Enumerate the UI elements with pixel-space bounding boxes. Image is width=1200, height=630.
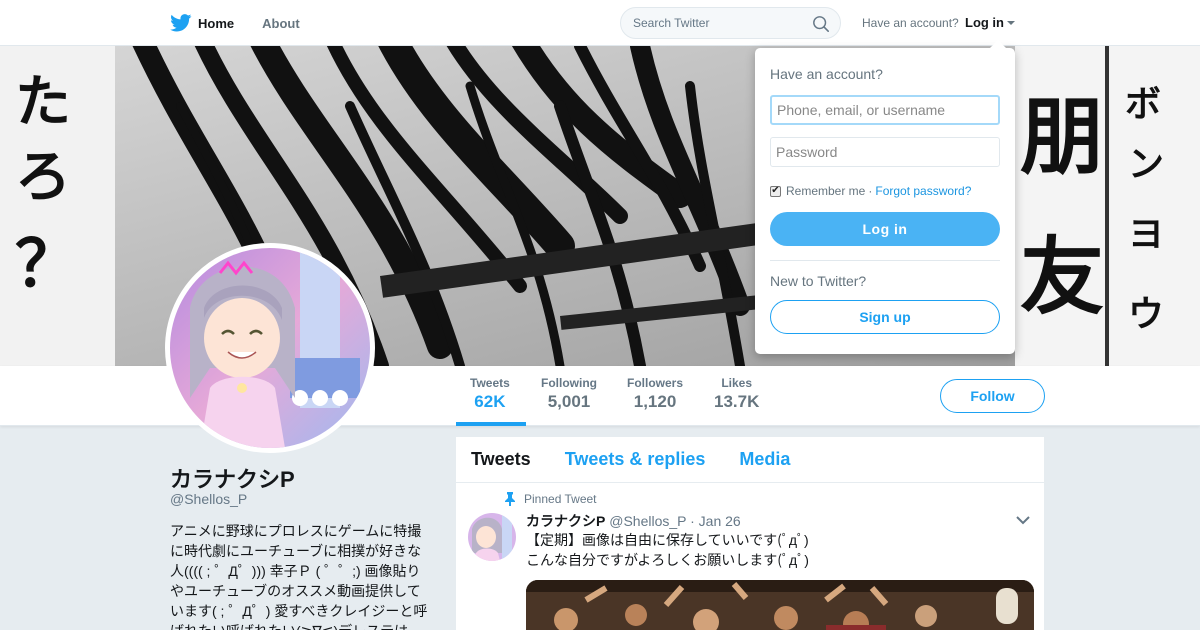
- separator-dot: ·: [868, 184, 873, 198]
- stat-following[interactable]: Following 5,001: [541, 376, 597, 412]
- banner-text-right-6: ウ: [1128, 294, 1164, 335]
- tweet-avatar-image: [468, 513, 516, 561]
- tweet-date[interactable]: · Jan 26: [690, 513, 741, 529]
- forgot-password-link[interactable]: Forgot password?: [875, 184, 971, 198]
- pin-icon: [505, 492, 515, 506]
- password-input[interactable]: [770, 137, 1000, 167]
- nav-home-label: Home: [198, 15, 235, 31]
- signup-button[interactable]: Sign up: [770, 300, 1000, 334]
- profile-bio: アニメに野球にプロレスにゲームに特撮 に時代劇にユーチューブに相撲が好きな 人(…: [170, 521, 432, 630]
- banner-text-left-2: ろ: [15, 145, 71, 210]
- nav-about-link[interactable]: About: [262, 16, 300, 31]
- nav-about-label: About: [262, 15, 300, 31]
- bio-line: ばれたい呼ばれたい(≧∇≦)デレステは: [170, 621, 432, 630]
- login-submit-button[interactable]: Log in: [770, 212, 1000, 246]
- stat-likes-label: Likes: [721, 376, 753, 390]
- username-input[interactable]: [770, 95, 1000, 125]
- banner-text-right-3: ボ: [1125, 84, 1161, 125]
- bio-line: に時代劇にユーチューブに相撲が好きな: [170, 543, 422, 559]
- bio-line: います( ; ゜Д゜) 愛すべきクレイジーと呼: [170, 603, 428, 619]
- login-dropdown: Have an account? ✔ Remember me · Forgot …: [755, 40, 1015, 354]
- stat-followers[interactable]: Followers 1,120: [627, 376, 683, 412]
- pinned-tweet-label: Pinned Tweet: [504, 492, 597, 506]
- banner-text-right-5: ヨ: [1128, 214, 1164, 255]
- banner-text-left-1: た: [15, 70, 71, 135]
- banner-text-right-1: 朋: [1020, 88, 1104, 186]
- dropdown-divider: [770, 260, 1000, 261]
- active-tab-indicator: [456, 422, 526, 426]
- avatar-image: [170, 248, 370, 448]
- caret-down-icon: [1007, 20, 1015, 25]
- tweet-text-line: こんな自分ですがよろしくお願いします(ﾟдﾟ): [526, 552, 809, 568]
- login-dropdown-title: Have an account?: [770, 66, 883, 82]
- tab-media[interactable]: Media: [739, 449, 790, 470]
- tweet-media-image[interactable]: [526, 580, 1034, 630]
- nav-home-link[interactable]: Home: [170, 14, 234, 32]
- chevron-down-icon[interactable]: [1016, 515, 1030, 525]
- tweet-author-handle[interactable]: @Shellos_P: [609, 513, 686, 529]
- tweet-text: 【定期】画像は自由に保存していいです(ﾟдﾟ) こんな自分ですがよろしくお願いし…: [526, 530, 809, 570]
- tweet-author-name[interactable]: カラナクシP: [526, 513, 605, 529]
- bio-line: やユーチューブのオススメ動画提供して: [170, 583, 421, 599]
- tab-tweets[interactable]: Tweets: [471, 449, 531, 470]
- tweet-avatar[interactable]: [468, 513, 516, 561]
- bio-line: アニメに野球にプロレスにゲームに特撮: [170, 523, 422, 539]
- remember-me-label[interactable]: Remember me: [786, 184, 865, 198]
- stat-following-value: 5,001: [547, 392, 591, 411]
- twitter-bird-icon: [170, 14, 192, 32]
- follow-button[interactable]: Follow: [940, 379, 1045, 413]
- login-dropdown-toggle[interactable]: Log in: [965, 15, 1015, 30]
- stat-likes[interactable]: Likes 13.7K: [714, 376, 759, 412]
- timeline-tabs: Tweets Tweets & replies Media: [456, 437, 1044, 483]
- timeline: Tweets Tweets & replies Media Pinned Twe…: [456, 437, 1044, 630]
- checkbox-checked-icon[interactable]: ✔: [770, 185, 781, 197]
- banner-text-right-2: 友: [1020, 228, 1104, 326]
- search-input[interactable]: [633, 16, 803, 30]
- profile-name: カラナクシP: [170, 467, 295, 492]
- remember-row: ✔ Remember me · Forgot password?: [770, 184, 971, 198]
- login-toggle-label: Log in: [965, 15, 1004, 30]
- tweet-text-line: 【定期】画像は自由に保存していいです(ﾟдﾟ): [526, 532, 809, 548]
- stat-tweets-value: 62K: [474, 392, 506, 411]
- dropdown-arrow: [990, 40, 1006, 48]
- stat-followers-value: 1,120: [633, 392, 677, 411]
- banner-text-left-3: ？: [15, 228, 79, 302]
- pinned-text: Pinned Tweet: [524, 492, 597, 506]
- nav-left: Home About: [170, 0, 328, 46]
- search-icon[interactable]: [812, 15, 830, 33]
- banner-text-right-4: ン: [1128, 144, 1164, 185]
- tweet-media-photo: [526, 580, 1034, 630]
- profile-avatar[interactable]: [165, 243, 375, 453]
- stat-likes-value: 13.7K: [714, 392, 760, 411]
- stat-followers-label: Followers: [627, 376, 684, 390]
- search-box: [620, 7, 841, 39]
- profile-handle[interactable]: @Shellos_P: [170, 491, 247, 507]
- new-to-twitter-text: New to Twitter?: [770, 273, 867, 289]
- top-navigation: Home About Have an account? Log in: [0, 0, 1200, 46]
- stat-tweets[interactable]: Tweets 62K: [470, 376, 510, 412]
- stat-tweets-label: Tweets: [470, 376, 510, 390]
- bio-line: 人(((( ; ゜Д゜))) 幸子Ｐ ( ゜゜;) 画像貼り: [170, 563, 421, 579]
- tab-tweets-replies[interactable]: Tweets & replies: [565, 449, 706, 470]
- stat-following-label: Following: [541, 376, 597, 390]
- tweet-header: カラナクシP @Shellos_P · Jan 26: [526, 511, 741, 531]
- have-account-text: Have an account?: [862, 16, 959, 30]
